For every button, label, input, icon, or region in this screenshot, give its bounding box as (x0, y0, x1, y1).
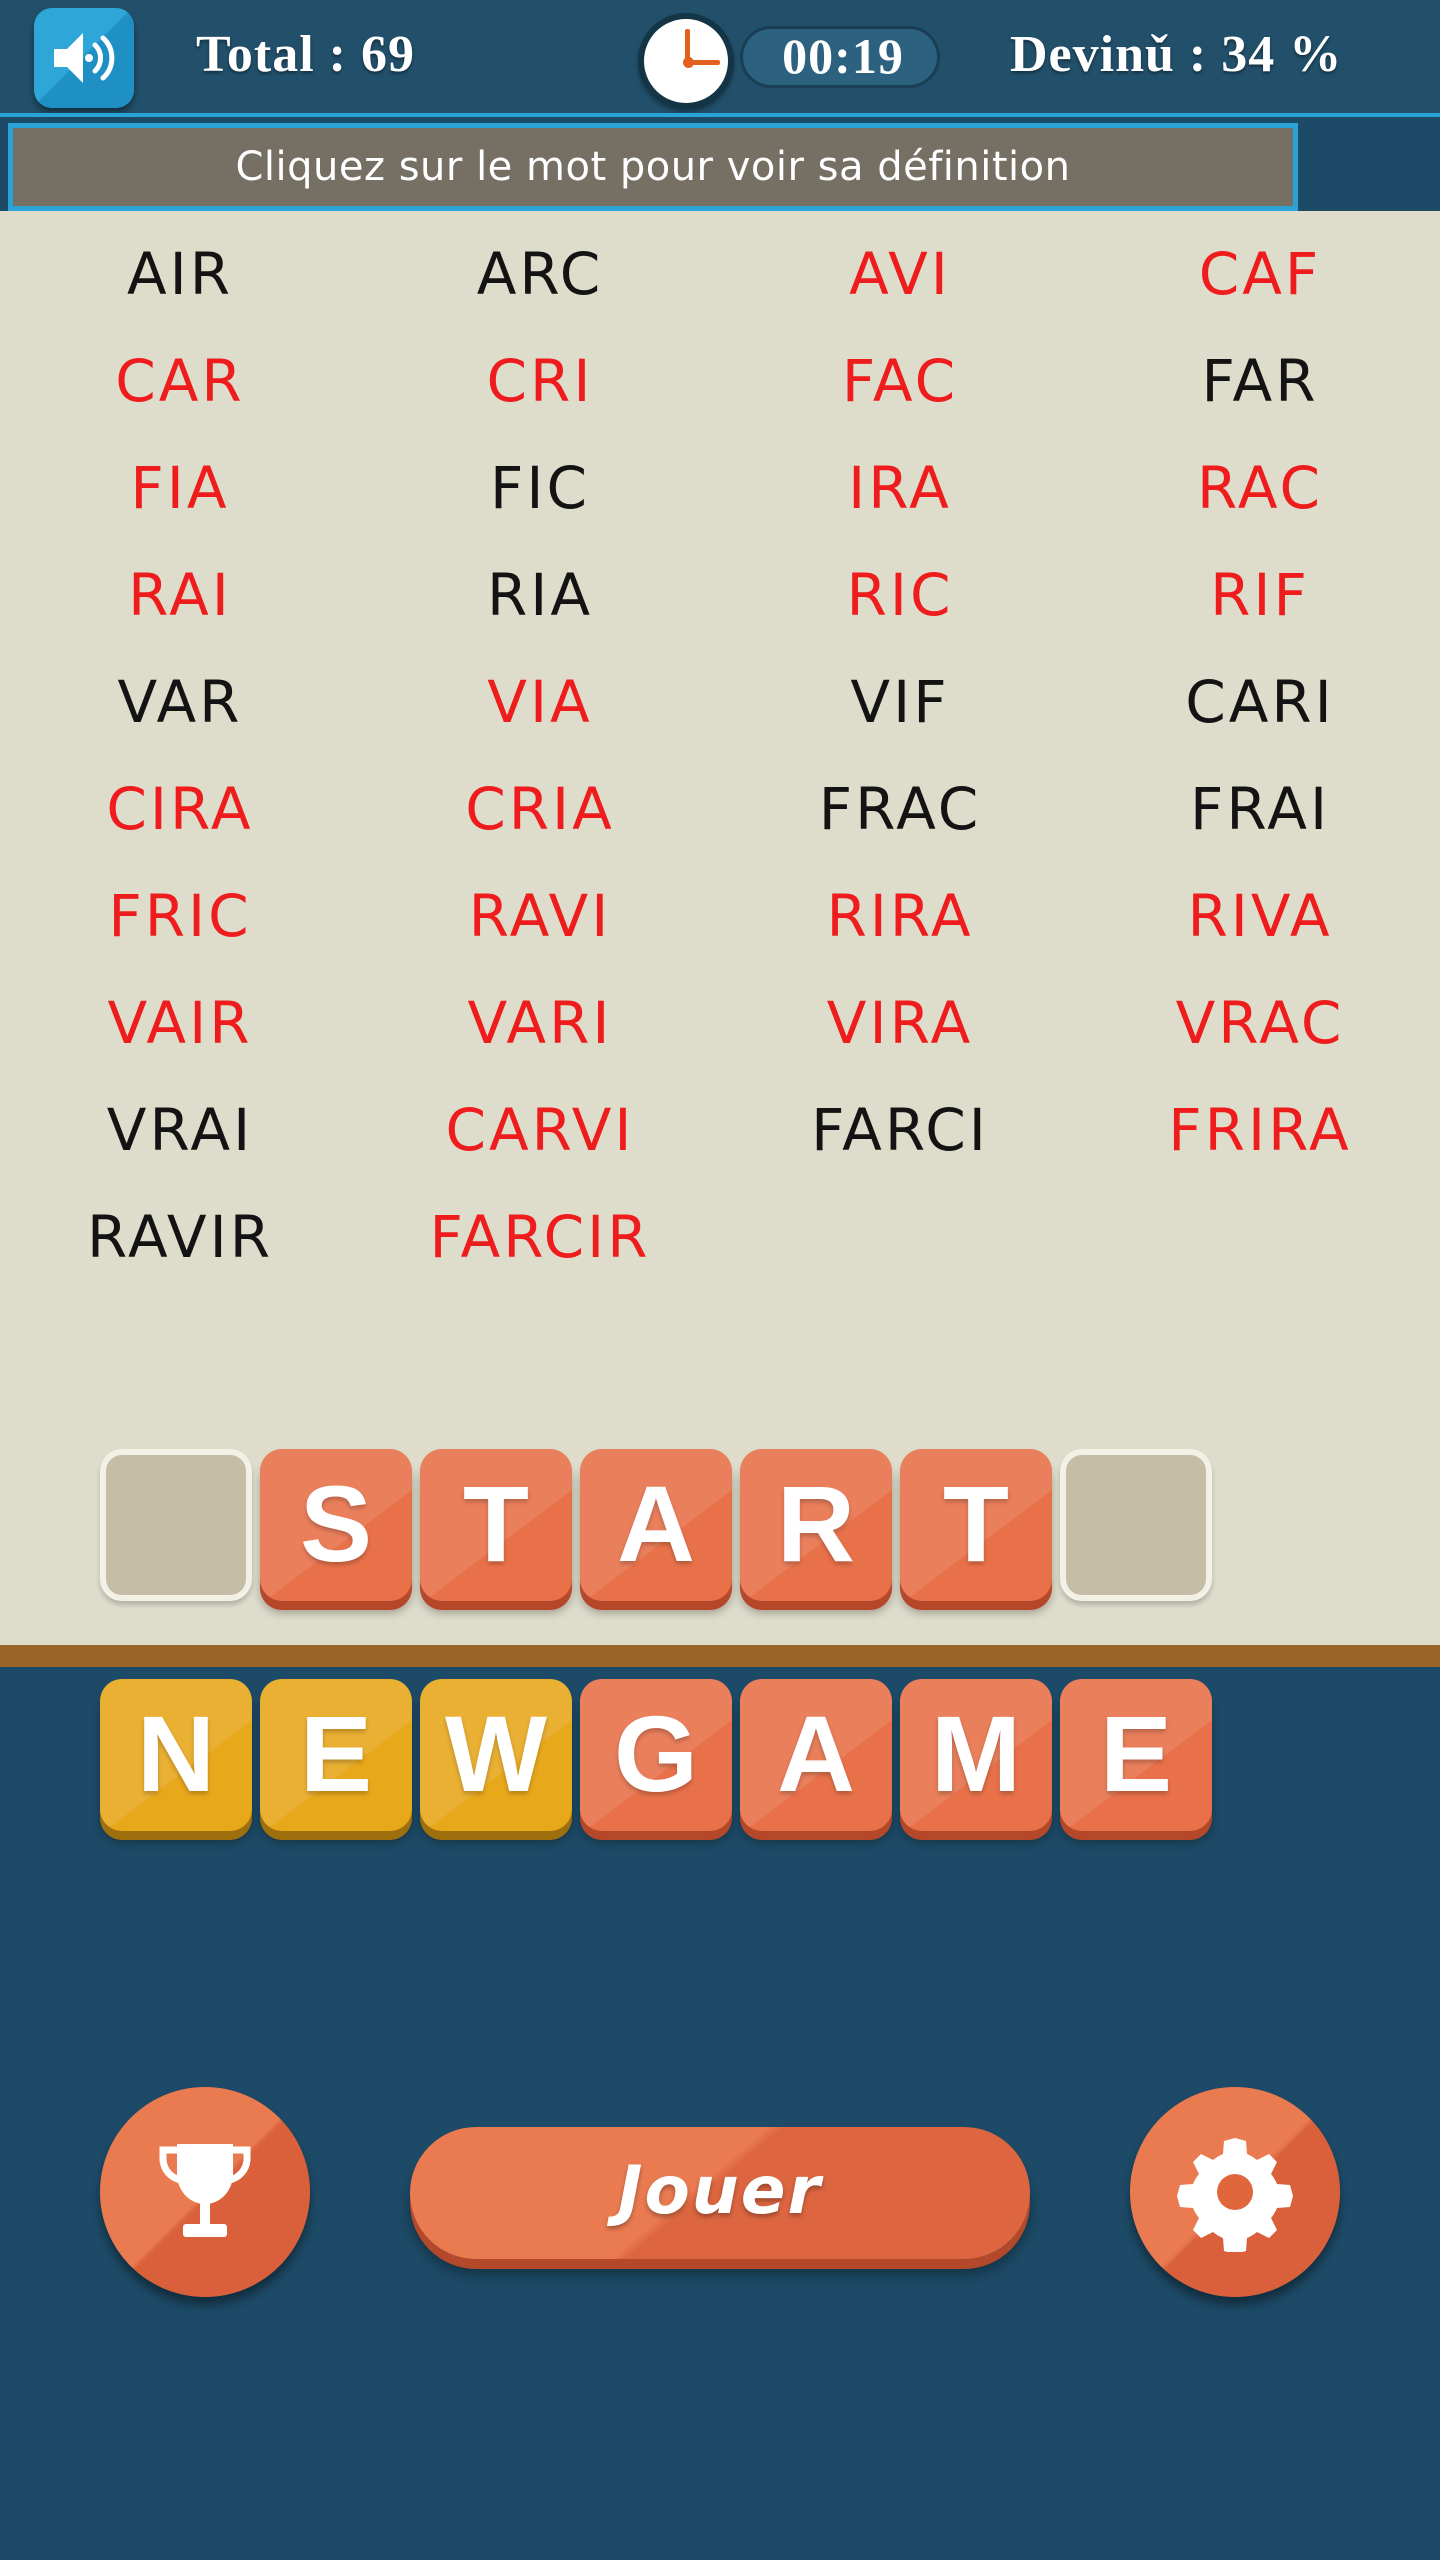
word-cell[interactable]: RIRA (720, 863, 1080, 970)
sound-toggle-button[interactable] (34, 8, 134, 108)
word-cell[interactable]: FAR (1080, 328, 1440, 435)
newgame-tile[interactable]: A (740, 1679, 892, 1831)
word-row: VRAI CARVI FARCI FRIRA (0, 1077, 1440, 1184)
newgame-tile-letter: E (299, 1693, 373, 1814)
timer-value: 00:19 (782, 28, 904, 84)
newgame-tile-letter: E (1099, 1693, 1173, 1814)
word-cell[interactable]: AIR (0, 221, 360, 328)
word-cell[interactable]: VARI (360, 970, 720, 1077)
newgame-tile-letter: M (931, 1693, 1021, 1814)
newgame-tile[interactable]: N (100, 1679, 252, 1831)
newgame-tile-letter: N (137, 1693, 215, 1814)
total-score-label: Total : 69 (196, 26, 415, 83)
play-button[interactable]: Jouer (410, 2127, 1030, 2259)
word-cell[interactable]: FIC (360, 435, 720, 542)
word-board: AIR ARC AVI CAF CAR CRI FAC FAR FIA FIC IRA RAC RAI R… (0, 211, 1440, 1645)
word-cell-empty (1080, 1184, 1440, 1291)
word-row: RAI RIA RIC RIF (0, 542, 1440, 649)
letter-tile[interactable]: A (580, 1449, 732, 1601)
letter-slot-empty[interactable] (100, 1449, 252, 1601)
word-row: CIRA CRIA FRAC FRAI (0, 756, 1440, 863)
word-cell[interactable]: IRA (720, 435, 1080, 542)
word-cell[interactable]: CRI (360, 328, 720, 435)
word-row: AIR ARC AVI CAF (0, 221, 1440, 328)
word-cell[interactable]: FRAI (1080, 756, 1440, 863)
word-cell[interactable]: RAC (1080, 435, 1440, 542)
bottom-panel: NEWGAME Jouer (0, 1667, 1440, 2560)
word-cell[interactable]: RAVIR (0, 1184, 360, 1291)
word-cell[interactable]: CAF (1080, 221, 1440, 328)
word-row: FIA FIC IRA RAC (0, 435, 1440, 542)
letter-tile-letter: T (943, 1463, 1009, 1584)
newgame-rack[interactable]: NEWGAME (100, 1679, 1350, 1839)
settings-button[interactable] (1130, 2087, 1340, 2297)
word-cell[interactable]: VRAI (0, 1077, 360, 1184)
newgame-tile-letter: W (445, 1693, 547, 1814)
word-row: CAR CRI FAC FAR (0, 328, 1440, 435)
word-row: FRIC RAVI RIRA RIVA (0, 863, 1440, 970)
word-cell[interactable]: RIF (1080, 542, 1440, 649)
letter-tile-letter: T (463, 1463, 529, 1584)
word-row: VAIR VARI VIRA VRAC (0, 970, 1440, 1077)
instruction-text: Cliquez sur le mot pour voir sa définiti… (235, 144, 1071, 190)
game-screen: Total : 69 00:19 Devinǔ : 34 % Cliquez s… (0, 0, 1440, 2560)
newgame-tile[interactable]: M (900, 1679, 1052, 1831)
word-cell[interactable]: VAIR (0, 970, 360, 1077)
word-cell[interactable]: FARCIR (360, 1184, 720, 1291)
word-cell[interactable]: FRIC (0, 863, 360, 970)
letter-tile[interactable]: T (420, 1449, 572, 1601)
header-underline (0, 113, 1440, 117)
letter-rack[interactable]: START (100, 1449, 1350, 1609)
letter-tile[interactable]: T (900, 1449, 1052, 1601)
letter-tile-letter: S (299, 1463, 373, 1584)
word-cell[interactable]: VIF (720, 649, 1080, 756)
letter-tile[interactable]: S (260, 1449, 412, 1601)
word-cell[interactable]: RIA (360, 542, 720, 649)
word-cell[interactable]: FARCI (720, 1077, 1080, 1184)
trophy-button[interactable] (100, 2087, 310, 2297)
section-divider (0, 1645, 1440, 1667)
newgame-tile[interactable]: E (1060, 1679, 1212, 1831)
word-cell[interactable]: CRIA (360, 756, 720, 863)
letter-tile-letter: R (777, 1463, 855, 1584)
newgame-tile-letter: A (777, 1693, 855, 1814)
instruction-banner: Cliquez sur le mot pour voir sa définiti… (8, 123, 1298, 211)
word-cell[interactable]: FRIRA (1080, 1077, 1440, 1184)
word-row: VAR VIA VIF CARI (0, 649, 1440, 756)
newgame-tile-letter: G (613, 1693, 698, 1814)
word-cell[interactable]: CARI (1080, 649, 1440, 756)
footer-controls: Jouer (0, 2087, 1440, 2347)
word-cell[interactable]: RAVI (360, 863, 720, 970)
word-cell[interactable]: ARC (360, 221, 720, 328)
letter-tile[interactable]: R (740, 1449, 892, 1601)
newgame-tile[interactable]: E (260, 1679, 412, 1831)
guess-percent-label: Devinǔ : 34 % (1010, 26, 1343, 83)
word-cell[interactable]: FIA (0, 435, 360, 542)
word-cell[interactable]: VRAC (1080, 970, 1440, 1077)
word-cell[interactable]: FRAC (720, 756, 1080, 863)
clock-icon (638, 13, 734, 109)
newgame-tile[interactable]: W (420, 1679, 572, 1831)
word-cell[interactable]: RIVA (1080, 863, 1440, 970)
word-cell[interactable]: CARVI (360, 1077, 720, 1184)
word-grid: AIR ARC AVI CAF CAR CRI FAC FAR FIA FIC IRA RAC RAI R… (0, 221, 1440, 1291)
word-cell[interactable]: FAC (720, 328, 1080, 435)
word-cell[interactable]: CAR (0, 328, 360, 435)
timer-widget: 00:19 (630, 8, 950, 109)
word-cell[interactable]: VAR (0, 649, 360, 756)
letter-tile-letter: A (617, 1463, 695, 1584)
word-cell[interactable]: VIA (360, 649, 720, 756)
word-cell-empty (720, 1184, 1080, 1291)
word-cell[interactable]: RIC (720, 542, 1080, 649)
word-row: RAVIR FARCIR (0, 1184, 1440, 1291)
word-cell[interactable]: RAI (0, 542, 360, 649)
word-cell[interactable]: VIRA (720, 970, 1080, 1077)
word-cell[interactable]: AVI (720, 221, 1080, 328)
word-cell[interactable]: CIRA (0, 756, 360, 863)
play-button-label: Jouer (617, 2152, 823, 2229)
letter-slot-empty[interactable] (1060, 1449, 1212, 1601)
newgame-tile[interactable]: G (580, 1679, 732, 1831)
header-bar: Total : 69 00:19 Devinǔ : 34 % (0, 0, 1440, 117)
